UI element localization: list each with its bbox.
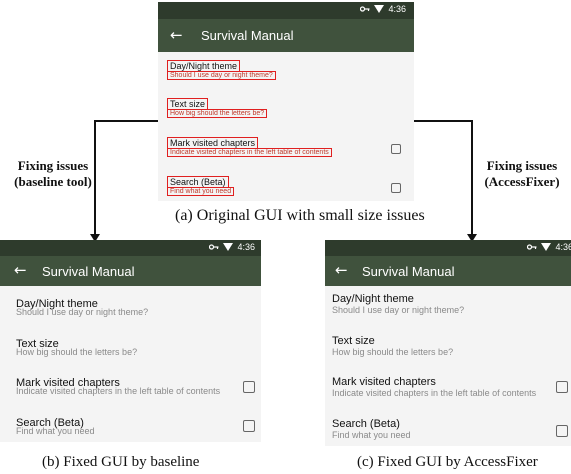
search-checkbox[interactable] (243, 420, 255, 432)
setting-subtitle: How big should the letters be? (332, 347, 454, 357)
app-title: Survival Manual (42, 264, 135, 279)
setting-title: Day/Night theme (16, 298, 98, 310)
setting-title: Day/Night theme (166, 60, 241, 72)
setting-title: Text size (166, 98, 209, 110)
setting-title: Text size (332, 335, 375, 347)
setting-subtitle: Should I use day or night theme? (167, 71, 276, 80)
screenshot-baseline: 4:36 ← Survival Manual Should I use day … (0, 240, 261, 442)
app-title: Survival Manual (362, 264, 455, 279)
setting-title: Mark visited chapters (332, 376, 436, 388)
mark-visited-checkbox[interactable] (391, 144, 401, 154)
setting-title: Day/Night theme (332, 293, 414, 305)
setting-search[interactable]: Search (Beta) Find what you need (325, 418, 571, 446)
setting-title: Mark visited chapters (166, 137, 259, 149)
setting-day-night[interactable]: Day/Night theme Should I use day or nigh… (158, 58, 414, 88)
left-connector-horizontal (94, 120, 158, 122)
setting-title: Search (Beta) (16, 417, 84, 429)
search-checkbox[interactable] (391, 183, 401, 193)
setting-text-size[interactable]: Text size How big should the letters be? (158, 96, 414, 126)
setting-subtitle: How big should the letters be? (166, 109, 268, 118)
key-icon (360, 5, 370, 13)
setting-title: Search (Beta) (167, 176, 229, 188)
wifi-icon (541, 243, 552, 251)
setting-title: Text size (16, 338, 59, 350)
app-bar: ← Survival Manual (158, 19, 414, 52)
clock-text: 4:36 (555, 242, 571, 252)
back-arrow-icon[interactable]: ← (170, 26, 183, 44)
setting-mark-visited[interactable]: Mark visited chapters Indicate visited c… (158, 135, 414, 165)
search-checkbox[interactable] (556, 425, 568, 437)
setting-title: Mark visited chapters (16, 377, 120, 389)
key-icon (209, 243, 219, 251)
status-bar: 4:36 (325, 240, 571, 256)
mark-visited-checkbox[interactable] (556, 381, 568, 393)
screenshot-accessfixer: 4:36 ← Survival Manual Day/Night theme S… (325, 240, 571, 446)
app-bar: ← Survival Manual (325, 256, 571, 286)
status-bar: 4:36 (158, 2, 414, 19)
caption-b: (b) Fixed GUI by baseline (42, 454, 200, 470)
setting-subtitle: Should I use day or night theme? (332, 305, 465, 315)
setting-subtitle: Indicate visited chapters in the left ta… (167, 148, 332, 157)
key-icon (527, 243, 537, 251)
setting-day-night[interactable]: Should I use day or night theme? Day/Nig… (0, 297, 261, 327)
setting-subtitle: Find what you need (166, 187, 235, 196)
setting-title: Search (Beta) (332, 418, 400, 430)
caption-c: (c) Fixed GUI by AccessFixer (357, 454, 538, 470)
back-arrow-icon[interactable]: ← (335, 261, 348, 279)
right-connector-horizontal (414, 120, 473, 122)
setting-subtitle: Find what you need (332, 430, 411, 440)
screenshot-original: 4:36 ← Survival Manual Day/Night theme S… (158, 2, 414, 201)
app-title: Survival Manual (201, 28, 294, 43)
wifi-icon (374, 5, 385, 13)
setting-day-night[interactable]: Day/Night theme Should I use day or nigh… (325, 293, 571, 327)
setting-search[interactable]: Search (Beta) Find what you need (158, 174, 414, 201)
app-bar: ← Survival Manual (0, 256, 261, 286)
setting-search[interactable]: Find what you need Search (Beta) (0, 416, 261, 442)
setting-subtitle: Indicate visited chapters in the left ta… (332, 388, 537, 398)
wifi-icon (223, 243, 234, 251)
setting-mark-visited[interactable]: Mark visited chapters Indicate visited c… (325, 376, 571, 410)
setting-mark-visited[interactable]: Indicate visited chapters in the left ta… (0, 376, 261, 406)
setting-text-size[interactable]: How big should the letters be? Text size (0, 337, 261, 367)
status-bar: 4:36 (0, 240, 261, 256)
label-baseline: Fixing issues (baseline tool) (14, 158, 92, 189)
clock-text: 4:36 (237, 242, 255, 252)
setting-text-size[interactable]: Text size How big should the letters be? (325, 334, 571, 368)
clock-text: 4:36 (388, 4, 406, 14)
label-accessfixer: Fixing issues (AccessFixer) (484, 158, 560, 189)
right-connector-vertical (471, 120, 473, 237)
back-arrow-icon[interactable]: ← (14, 261, 27, 279)
caption-a: (a) Original GUI with small size issues (175, 207, 425, 224)
mark-visited-checkbox[interactable] (243, 381, 255, 393)
